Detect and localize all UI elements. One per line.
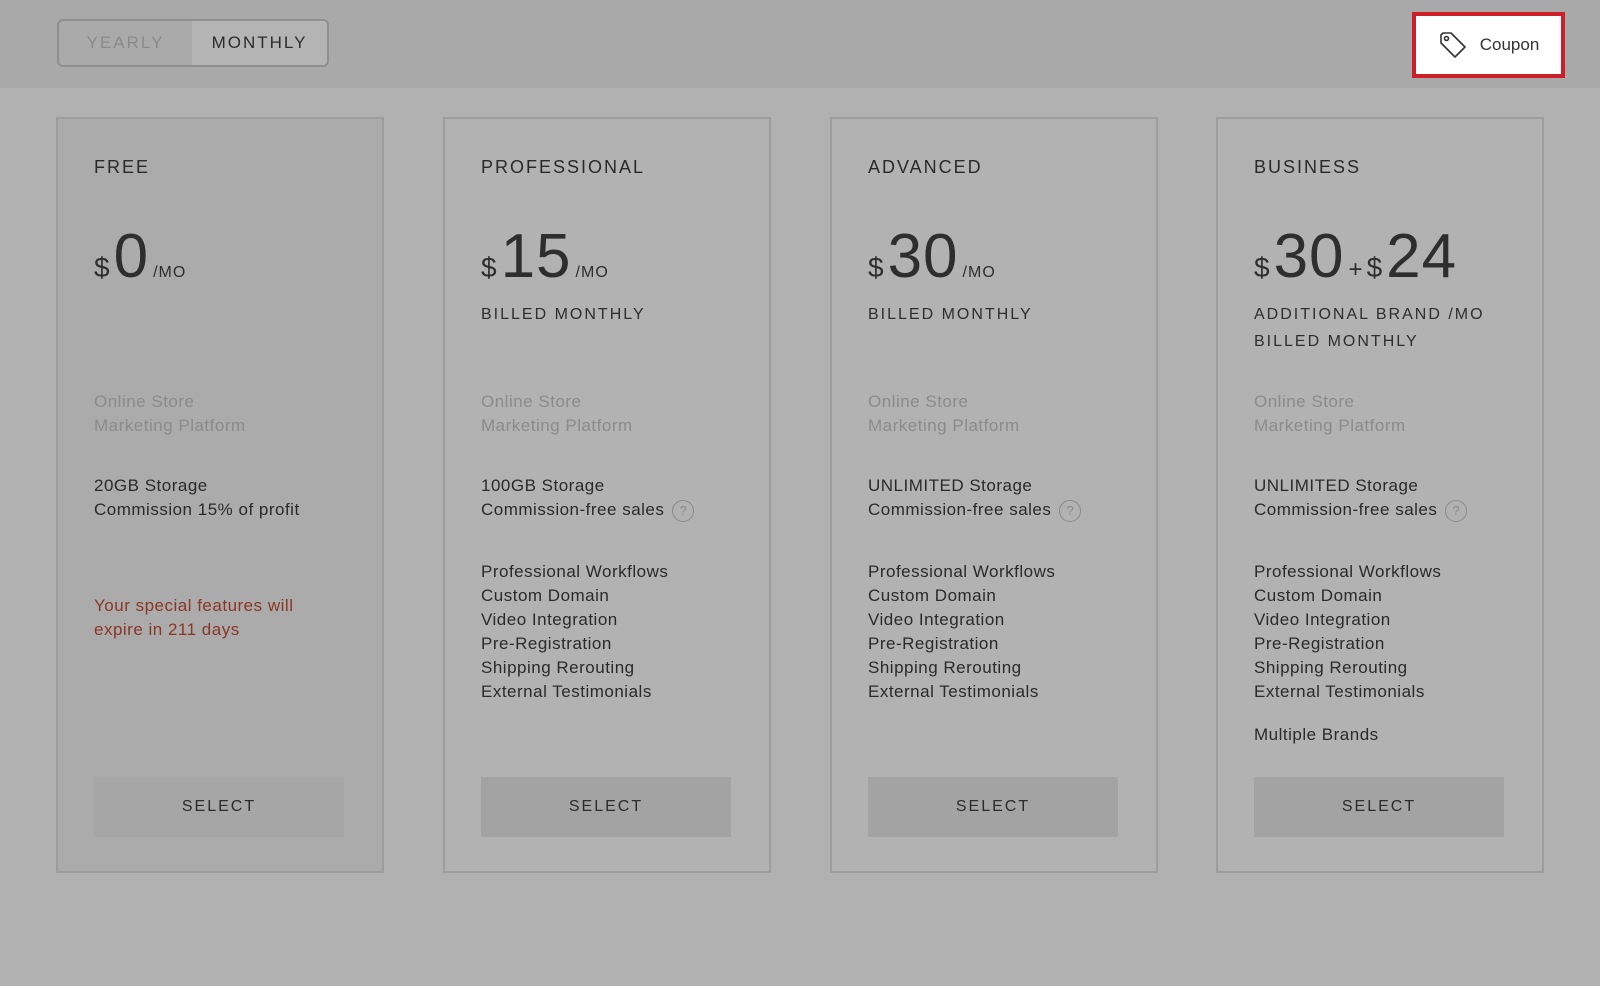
coupon-button[interactable]: Coupon (1412, 12, 1565, 78)
commission-text: Commission 15% of profit (94, 500, 300, 519)
feature-list: Professional Workflows Custom Domain Vid… (1254, 560, 1441, 704)
billing-note: BILLED MONTHLY (481, 306, 646, 323)
feature-item: External Testimonials (481, 682, 652, 701)
plan-price: $ 15 /MO (481, 221, 609, 292)
price-amount: 30 (887, 222, 959, 291)
price-amount: 15 (500, 222, 572, 291)
feature-item: Shipping Rerouting (481, 658, 635, 677)
commission-text: Commission-free sales (481, 500, 665, 519)
extra-feature: Multiple Brands (1254, 725, 1379, 744)
top-bar: YEARLY MONTHLY Coupon (0, 0, 1600, 88)
help-icon[interactable]: ? (1059, 499, 1082, 522)
plan-name: ADVANCED (868, 157, 983, 177)
feature-item: Shipping Rerouting (868, 658, 1022, 677)
price-amount: 0 (113, 222, 150, 291)
feature-list: Professional Workflows Custom Domain Vid… (481, 560, 668, 704)
plan-name: BUSINESS (1254, 157, 1362, 177)
select-button-professional[interactable]: SELECT (481, 777, 731, 837)
feature-item: Marketing Platform (868, 416, 1020, 435)
plan-price: $ 0 /MO (94, 221, 186, 292)
billing-period-toggle[interactable]: YEARLY MONTHLY (57, 19, 329, 67)
plan-card-free: FREE $ 0 /MO Online Store Marketing Plat… (56, 117, 384, 873)
billing-note: ADDITIONAL BRAND /MO BILLED MONTHLY (1254, 301, 1485, 355)
billing-note-line: BILLED MONTHLY (1254, 333, 1419, 350)
billing-note-line: ADDITIONAL BRAND /MO (1254, 306, 1485, 323)
price-period: /MO (575, 264, 609, 281)
storage-text: UNLIMITED Storage (868, 476, 1033, 495)
select-button-business[interactable]: SELECT (1254, 777, 1504, 837)
select-button-advanced[interactable]: SELECT (868, 777, 1118, 837)
price-amount: 30 (1273, 222, 1345, 291)
price-plus: + (1348, 256, 1363, 283)
feature-item: Video Integration (481, 610, 618, 629)
muted-features: Online Store Marketing Platform (868, 390, 1020, 438)
plan-card-advanced: ADVANCED $ 30 /MO BILLED MONTHLY Online … (830, 117, 1158, 873)
plan-name: FREE (94, 157, 151, 177)
plan-price: $ 30 /MO (868, 221, 996, 292)
price-amount-additional: 24 (1386, 222, 1458, 291)
price-currency: $ (1254, 252, 1270, 283)
feature-item: External Testimonials (868, 682, 1039, 701)
muted-features: Online Store Marketing Platform (94, 390, 246, 438)
expiry-notice: Your special features will expire in 211… (94, 594, 293, 642)
feature-list: Professional Workflows Custom Domain Vid… (868, 560, 1055, 704)
storage-text: UNLIMITED Storage (1254, 476, 1419, 495)
notice-line: Your special features will (94, 596, 294, 615)
feature-item: Online Store (1254, 392, 1355, 411)
commission-text: Commission-free sales (868, 500, 1052, 519)
feature-item: Custom Domain (1254, 586, 1383, 605)
feature-item: Marketing Platform (481, 416, 633, 435)
feature-item: Marketing Platform (94, 416, 246, 435)
feature-item: Pre-Registration (1254, 634, 1385, 653)
muted-features: Online Store Marketing Platform (1254, 390, 1406, 438)
feature-item: Professional Workflows (868, 562, 1056, 581)
help-icon[interactable]: ? (1445, 499, 1468, 522)
storage-text: 100GB Storage (481, 476, 605, 495)
help-icon[interactable]: ? (672, 499, 695, 522)
commission-row: Commission-free sales? (868, 498, 1082, 522)
storage-text: 20GB Storage (94, 476, 208, 495)
feature-item: Professional Workflows (1254, 562, 1442, 581)
feature-item: Video Integration (868, 610, 1005, 629)
feature-item: Pre-Registration (868, 634, 999, 653)
tag-icon (1439, 32, 1466, 58)
price-period: /MO (962, 264, 996, 281)
coupon-label: Coupon (1479, 35, 1540, 54)
feature-item: Pre-Registration (481, 634, 612, 653)
feature-item: Shipping Rerouting (1254, 658, 1408, 677)
plan-name: PROFESSIONAL (481, 157, 646, 177)
feature-item: Custom Domain (868, 586, 997, 605)
storage-info: UNLIMITED Storage Commission-free sales? (1254, 474, 1468, 522)
feature-item: Video Integration (1254, 610, 1391, 629)
select-button-free[interactable]: SELECT (94, 777, 344, 837)
feature-item: Online Store (481, 392, 582, 411)
price-period: /MO (153, 264, 187, 281)
toggle-monthly[interactable]: MONTHLY (192, 21, 327, 65)
feature-item: Marketing Platform (1254, 416, 1406, 435)
feature-item: Professional Workflows (481, 562, 669, 581)
billing-note: BILLED MONTHLY (868, 306, 1033, 323)
storage-info: 100GB Storage Commission-free sales? (481, 474, 695, 522)
price-currency: $ (94, 252, 110, 283)
plan-card-business: BUSINESS $ 30 + $ 24 ADDITIONAL BRAND /M… (1216, 117, 1544, 873)
feature-item: External Testimonials (1254, 682, 1425, 701)
feature-item: Custom Domain (481, 586, 610, 605)
price-currency-additional: $ (1366, 252, 1383, 283)
feature-item: Online Store (94, 392, 195, 411)
storage-info: 20GB Storage Commission 15% of profit (94, 474, 300, 522)
notice-line: expire in 211 days (94, 620, 240, 639)
commission-row: Commission-free sales? (1254, 498, 1468, 522)
muted-features: Online Store Marketing Platform (481, 390, 633, 438)
price-currency: $ (868, 252, 884, 283)
price-currency: $ (481, 252, 497, 283)
toggle-yearly[interactable]: YEARLY (59, 21, 192, 65)
plan-card-professional: PROFESSIONAL $ 15 /MO BILLED MONTHLY Onl… (443, 117, 771, 873)
commission-text: Commission-free sales (1254, 500, 1438, 519)
storage-info: UNLIMITED Storage Commission-free sales? (868, 474, 1082, 522)
plan-price: $ 30 + $ 24 (1254, 221, 1457, 292)
feature-item: Online Store (868, 392, 969, 411)
commission-row: Commission-free sales? (481, 498, 695, 522)
